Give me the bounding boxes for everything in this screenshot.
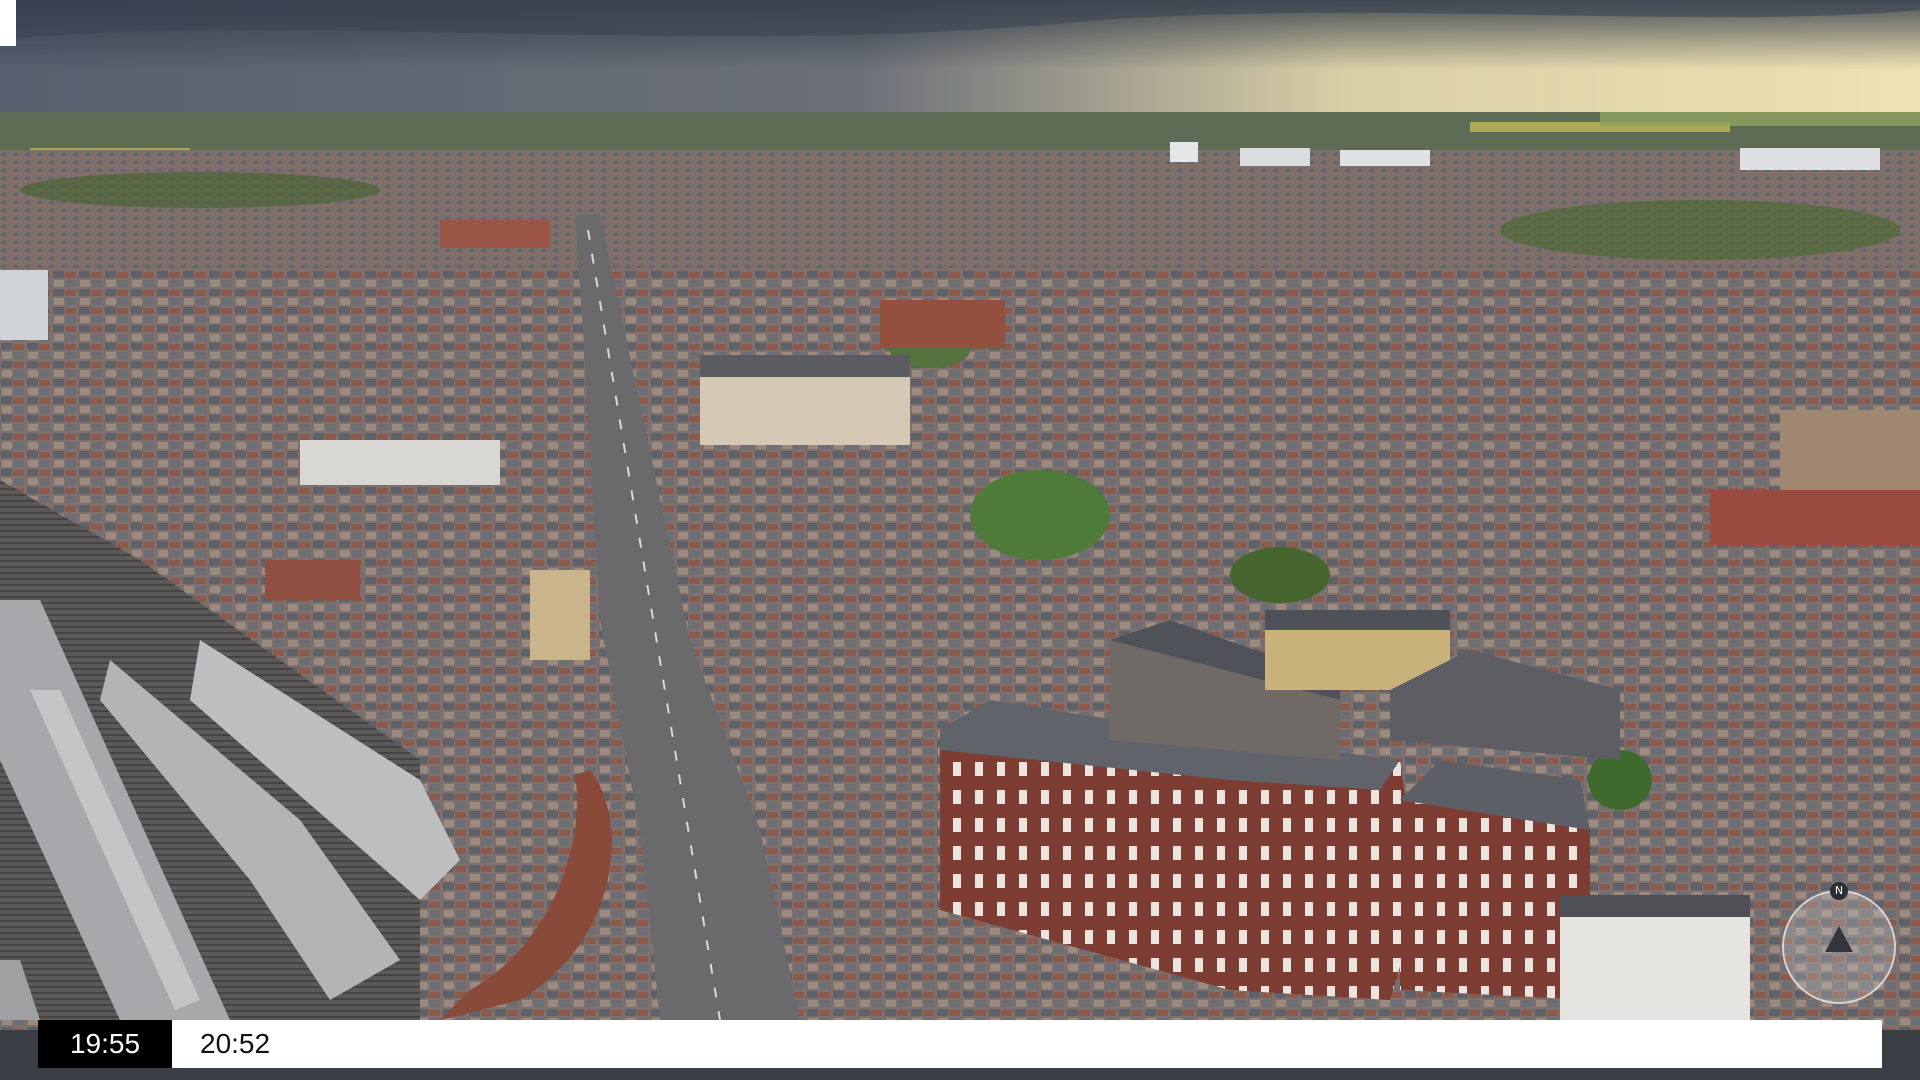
- next-time-label[interactable]: 20:52: [200, 1020, 270, 1068]
- city-aerial-view: [0, 0, 1920, 1030]
- compass-north-label: N: [1830, 882, 1848, 900]
- compass-widget[interactable]: N: [1782, 882, 1896, 1004]
- compass-needle-icon: [1825, 926, 1853, 952]
- timeline-bar[interactable]: 19:55 20:52: [38, 1020, 1882, 1068]
- current-time-label[interactable]: 19:55: [38, 1020, 172, 1068]
- corner-marker: [0, 0, 16, 46]
